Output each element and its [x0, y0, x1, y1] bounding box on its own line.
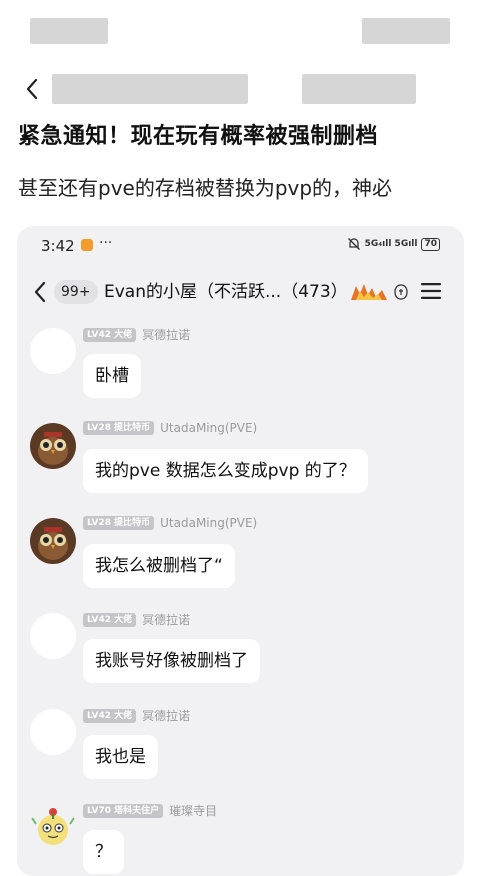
owl-avatar-icon — [30, 423, 76, 469]
status-icons: 5G₄ıll 5Gıll 70 — [347, 237, 440, 251]
message-meta: LV28 提比特币 UtadaMing(PVE) — [83, 421, 257, 435]
more-dots: ··· — [99, 235, 113, 251]
nickname[interactable]: 冥德拉诺 — [142, 326, 190, 343]
message-bubble[interactable]: ？ — [83, 830, 124, 874]
message-bubble[interactable]: 我怎么被删档了“ — [83, 544, 235, 588]
cartoon-avatar-icon — [31, 808, 75, 845]
avatar[interactable] — [30, 328, 76, 374]
signal-icon: 5G₄ıll 5Gıll — [364, 239, 418, 249]
avatar[interactable] — [30, 518, 76, 564]
chat-header: 99+ Evan的小屋（不活跃...（473） — [17, 274, 464, 310]
nickname[interactable]: 冥德拉诺 — [142, 707, 190, 724]
avatar[interactable] — [30, 709, 76, 755]
avatar[interactable] — [30, 613, 76, 659]
message-meta: LV42 大佬 冥德拉诺 — [83, 707, 190, 724]
avatar[interactable] — [30, 804, 76, 850]
back-icon[interactable] — [22, 76, 42, 102]
message-meta: LV42 大佬 冥德拉诺 — [83, 326, 190, 343]
message-meta: LV70 塔科夫住户 璀璨寺目 — [83, 802, 217, 819]
message-bubble[interactable]: 我账号好像被删档了 — [83, 639, 260, 683]
level-tag: LV42 大佬 — [83, 708, 137, 723]
chat-back-icon[interactable] — [31, 280, 49, 304]
blurred-status-right — [362, 18, 450, 44]
message-meta: LV42 大佬 冥德拉诺 — [83, 611, 190, 628]
blurred-post-author — [52, 74, 248, 104]
message-meta: LV28 提比特币 UtadaMing(PVE) — [83, 516, 257, 530]
avatar[interactable] — [30, 423, 76, 469]
menu-icon[interactable] — [421, 283, 441, 299]
status-bar: 3:42 ··· 5G₄ıll 5Gıll 70 — [17, 226, 464, 266]
message-bubble[interactable]: 我的pve 数据怎么变成pvp 的了？ — [83, 449, 368, 493]
chat-screenshot[interactable]: 3:42 ··· 5G₄ıll 5Gıll 70 99+ Evan的小屋（不活跃… — [17, 226, 464, 876]
mute-bell-icon — [347, 238, 360, 250]
post-title: 紧急通知！现在玩有概率被强制删档 — [18, 124, 379, 149]
battery-icon: 70 — [421, 237, 440, 251]
group-flame-badge-icon — [351, 284, 387, 300]
nickname[interactable]: 璀璨寺目 — [169, 802, 217, 819]
blurred-follow-area — [302, 74, 416, 104]
level-tag: LV70 塔科夫住户 — [83, 803, 164, 818]
owl-avatar-icon — [30, 518, 76, 564]
message-bubble[interactable]: 我也是 — [83, 735, 158, 779]
status-time: 3:42 — [41, 237, 75, 255]
nickname[interactable]: UtadaMing(PVE) — [160, 516, 257, 530]
nickname[interactable]: UtadaMing(PVE) — [160, 421, 257, 435]
post-body: 甚至还有pve的存档被替换为pvp的，神必 — [18, 176, 393, 200]
app-notification-icon — [81, 239, 93, 251]
unread-count-badge[interactable]: 99+ — [54, 280, 98, 304]
blurred-status-left — [30, 18, 108, 44]
chat-title: Evan的小屋（不活跃...（473） — [104, 282, 348, 302]
level-tag: LV42 大佬 — [83, 327, 137, 342]
level-tag: LV28 提比特币 — [83, 516, 155, 530]
message-bubble[interactable]: 卧槽 — [83, 354, 141, 398]
level-tag: LV42 大佬 — [83, 612, 137, 627]
nickname[interactable]: 冥德拉诺 — [142, 611, 190, 628]
level-tag: LV28 提比特币 — [83, 421, 155, 435]
game-icon[interactable] — [393, 283, 409, 301]
